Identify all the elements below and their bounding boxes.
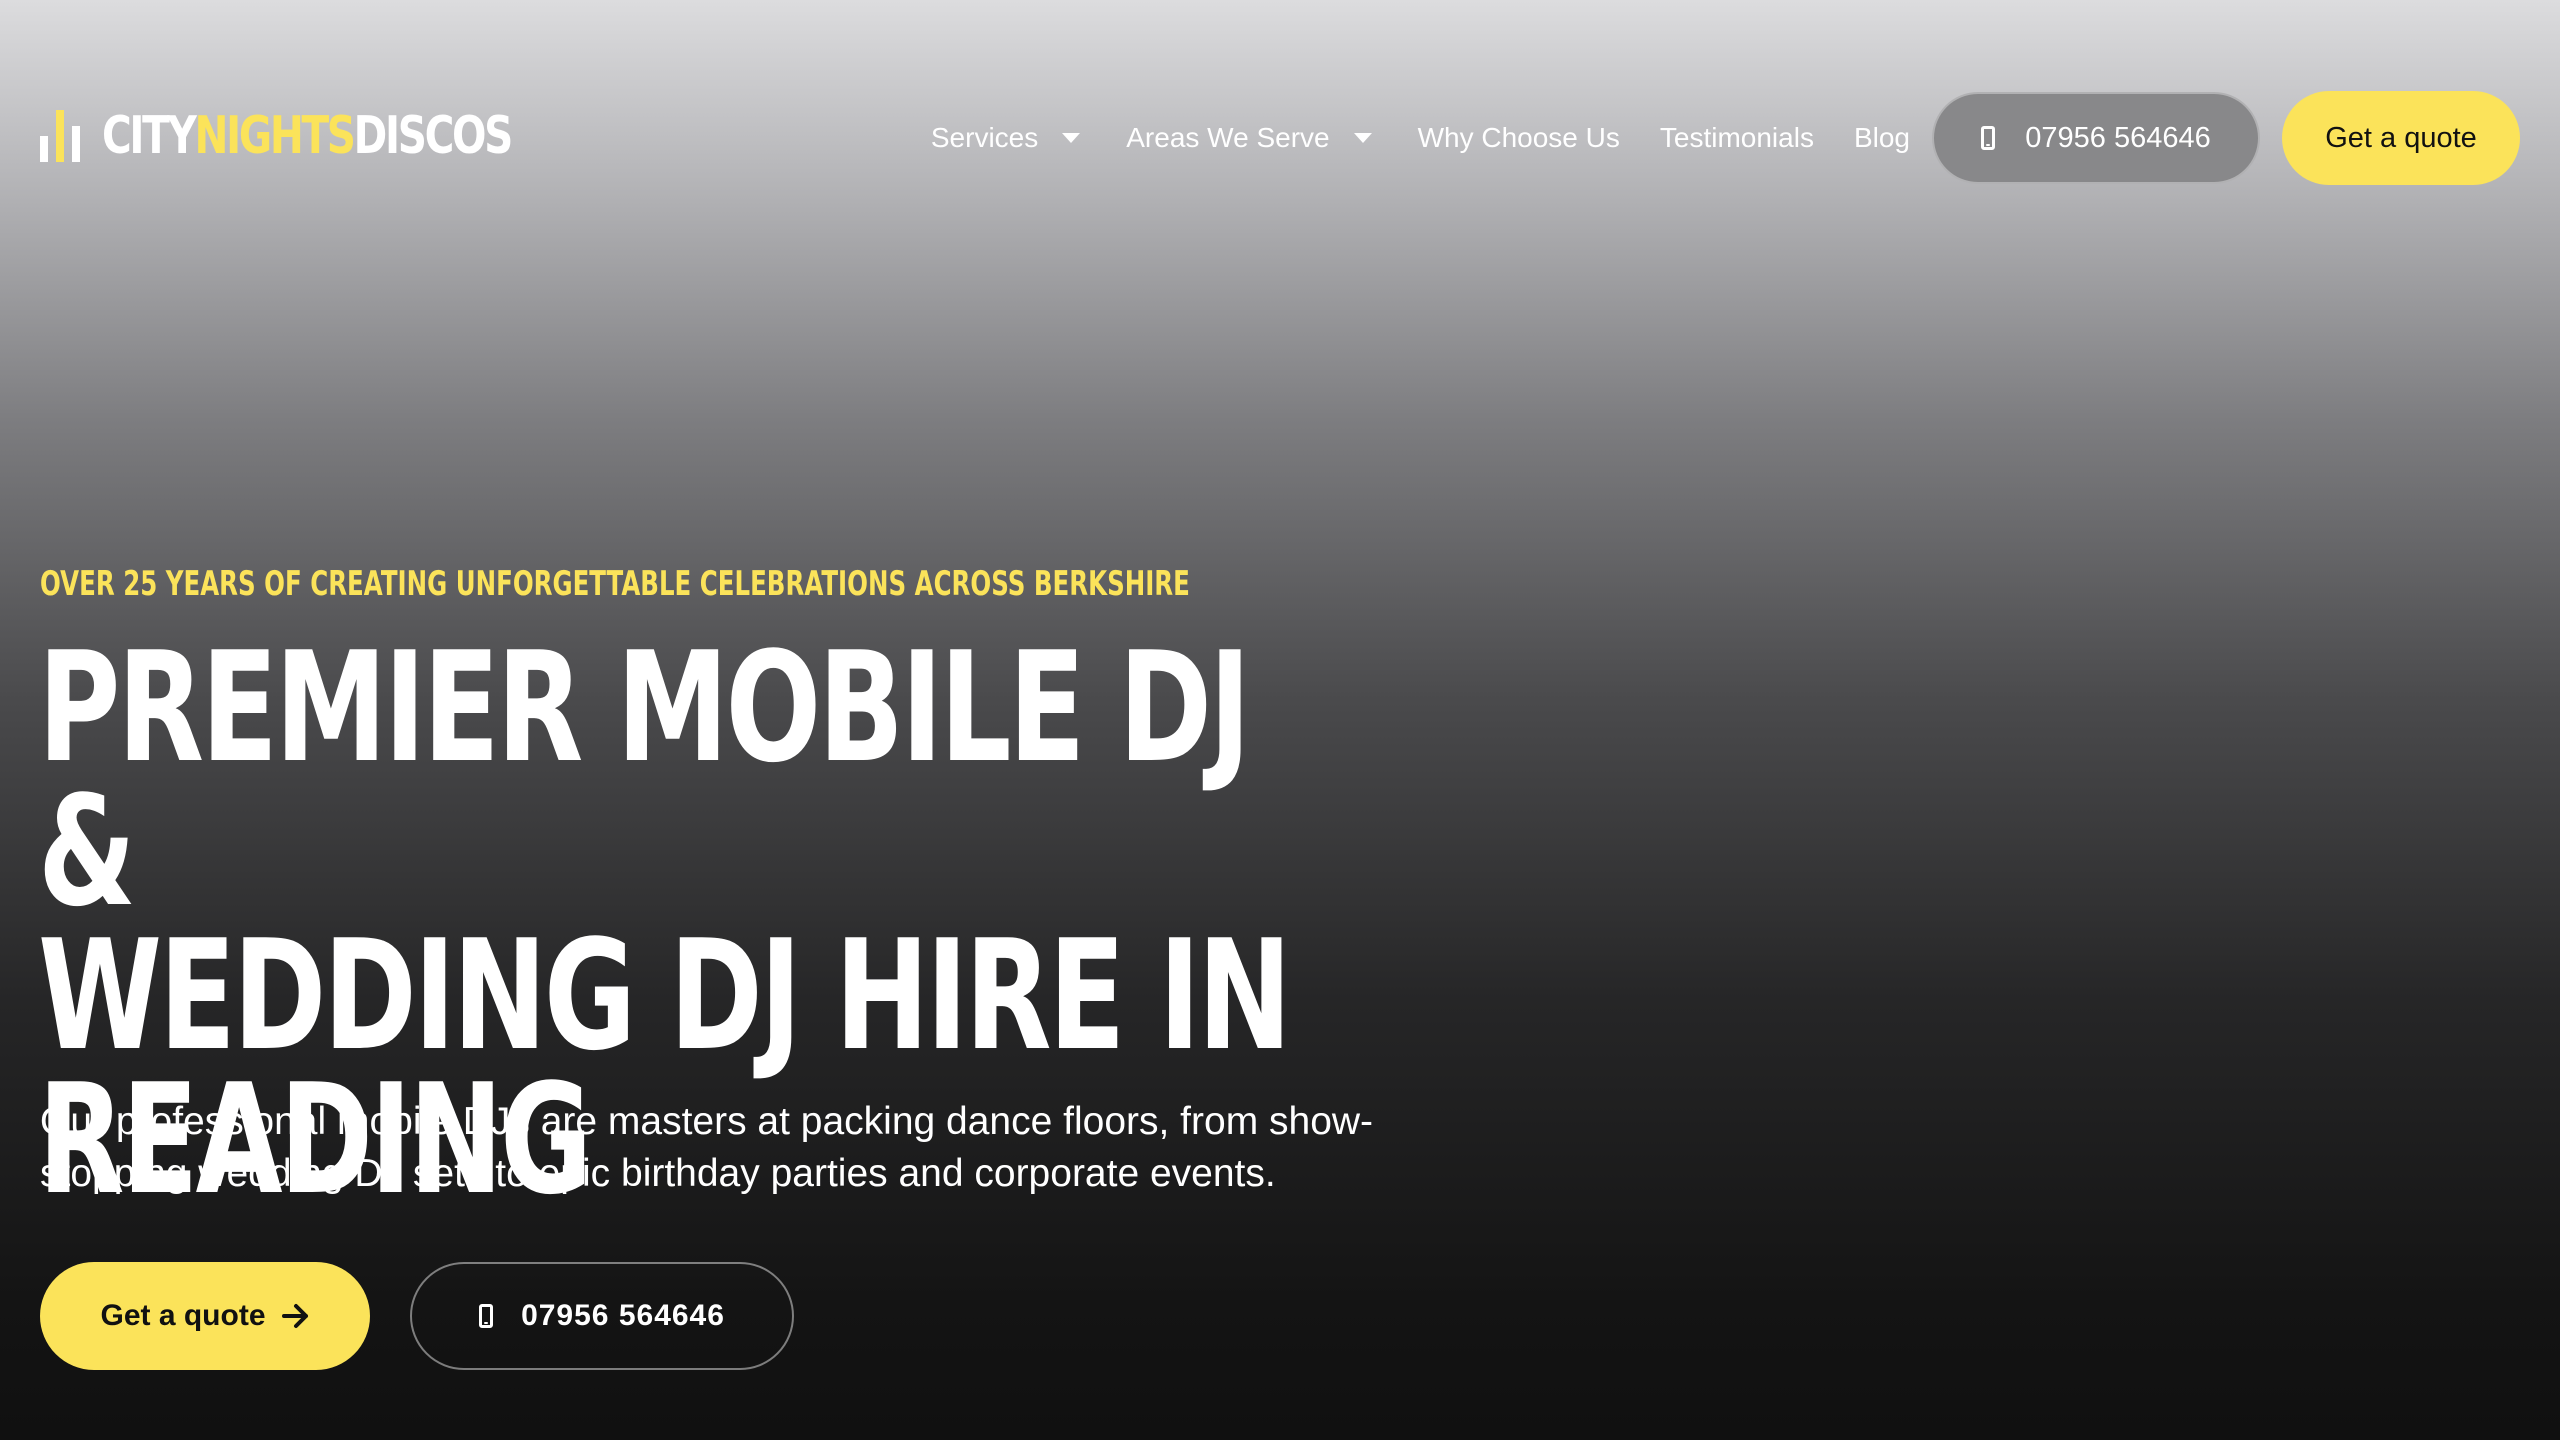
equalizer-bars-icon: [40, 110, 80, 162]
hero-get-quote-button[interactable]: Get a quote: [40, 1262, 370, 1370]
nav-item-label: Services: [930, 122, 1039, 153]
nav-item-testimonials[interactable]: Testimonials: [1660, 122, 1814, 154]
header-phone-button[interactable]: 07956 564646: [1932, 92, 2260, 184]
mobile-phone-icon: [479, 1304, 494, 1328]
nav-item-label: Why Choose Us: [1417, 122, 1620, 153]
header-get-quote-label: Get a quote: [2325, 121, 2477, 154]
arrow-right-icon: [281, 1303, 310, 1329]
site-header: CITYNIGHTSDISCOS Services Areas We Serve…: [0, 0, 2560, 200]
nav-item-blog[interactable]: Blog: [1854, 122, 1910, 154]
hero-phone-number: 07956 564646: [521, 1299, 725, 1332]
nav-item-label: Areas We Serve: [1126, 122, 1330, 153]
hero-get-quote-label: Get a quote: [100, 1299, 266, 1332]
hero-headline-line: PREMIER MOBILE DJ &: [38, 619, 1251, 940]
site-logo[interactable]: CITYNIGHTSDISCOS: [40, 104, 626, 168]
nav-item-why-choose-us[interactable]: Why Choose Us: [1418, 122, 1620, 154]
nav-item-areas-we-serve[interactable]: Areas We Serve: [1126, 122, 1372, 154]
hero-eyebrow: OVER 25 YEARS OF CREATING UNFORGETTABLE …: [40, 564, 1190, 604]
chevron-down-icon: [1062, 133, 1081, 143]
header-get-quote-button[interactable]: Get a quote: [2282, 91, 2520, 185]
hero-description: Our professional mobile DJs are masters …: [40, 1100, 1374, 1195]
logo-text-discos: DISCOS: [353, 106, 514, 166]
logo-text-nights: NIGHTS: [194, 106, 356, 166]
main-nav: Services Areas We Serve Why Choose Us Te…: [930, 91, 2520, 185]
header-phone-number: 07956 564646: [2025, 121, 2211, 154]
nav-item-label: Blog: [1853, 122, 1910, 153]
nav-item-services[interactable]: Services: [930, 122, 1081, 154]
logo-text-city: CITY: [102, 106, 197, 166]
hero-phone-button[interactable]: 07956 564646: [410, 1262, 794, 1370]
nav-item-label: Testimonials: [1659, 122, 1814, 153]
mobile-phone-icon: [1981, 126, 1996, 150]
logo-wordmark: CITYNIGHTSDISCOS: [102, 110, 513, 162]
chevron-down-icon: [1353, 133, 1372, 143]
